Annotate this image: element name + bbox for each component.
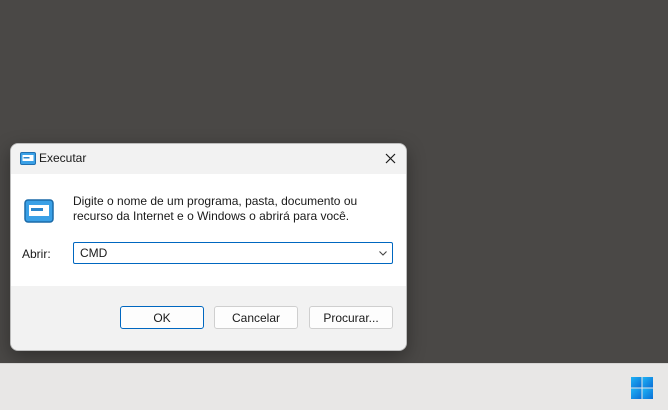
dialog-footer: OK Cancelar Procurar... [11, 286, 406, 350]
browse-button[interactable]: Procurar... [309, 306, 393, 329]
description-line-2: recurso da Internet e o Windows o abrirá… [73, 209, 350, 223]
close-icon [385, 153, 395, 163]
taskbar [0, 363, 668, 410]
run-dialog: Executar Digite o nome de um programa, p… [10, 143, 407, 351]
ok-button[interactable]: OK [120, 306, 204, 329]
close-button[interactable] [380, 148, 400, 168]
cancel-button[interactable]: Cancelar [214, 306, 298, 329]
dialog-titlebar[interactable]: Executar [11, 144, 406, 174]
start-button[interactable] [628, 374, 656, 402]
dialog-title: Executar [39, 151, 87, 165]
description-line-1: Digite o nome de um programa, pasta, doc… [73, 194, 358, 208]
chevron-down-icon[interactable] [378, 248, 388, 258]
open-input[interactable]: CMD [80, 246, 107, 260]
open-combobox[interactable]: CMD [73, 242, 393, 264]
windows-logo-icon [631, 377, 653, 399]
run-app-icon [24, 199, 54, 223]
run-app-icon [20, 152, 36, 165]
open-label: Abrir: [22, 247, 51, 261]
dialog-body: Digite o nome de um programa, pasta, doc… [11, 174, 406, 286]
dialog-description: Digite o nome de um programa, pasta, doc… [73, 194, 393, 224]
